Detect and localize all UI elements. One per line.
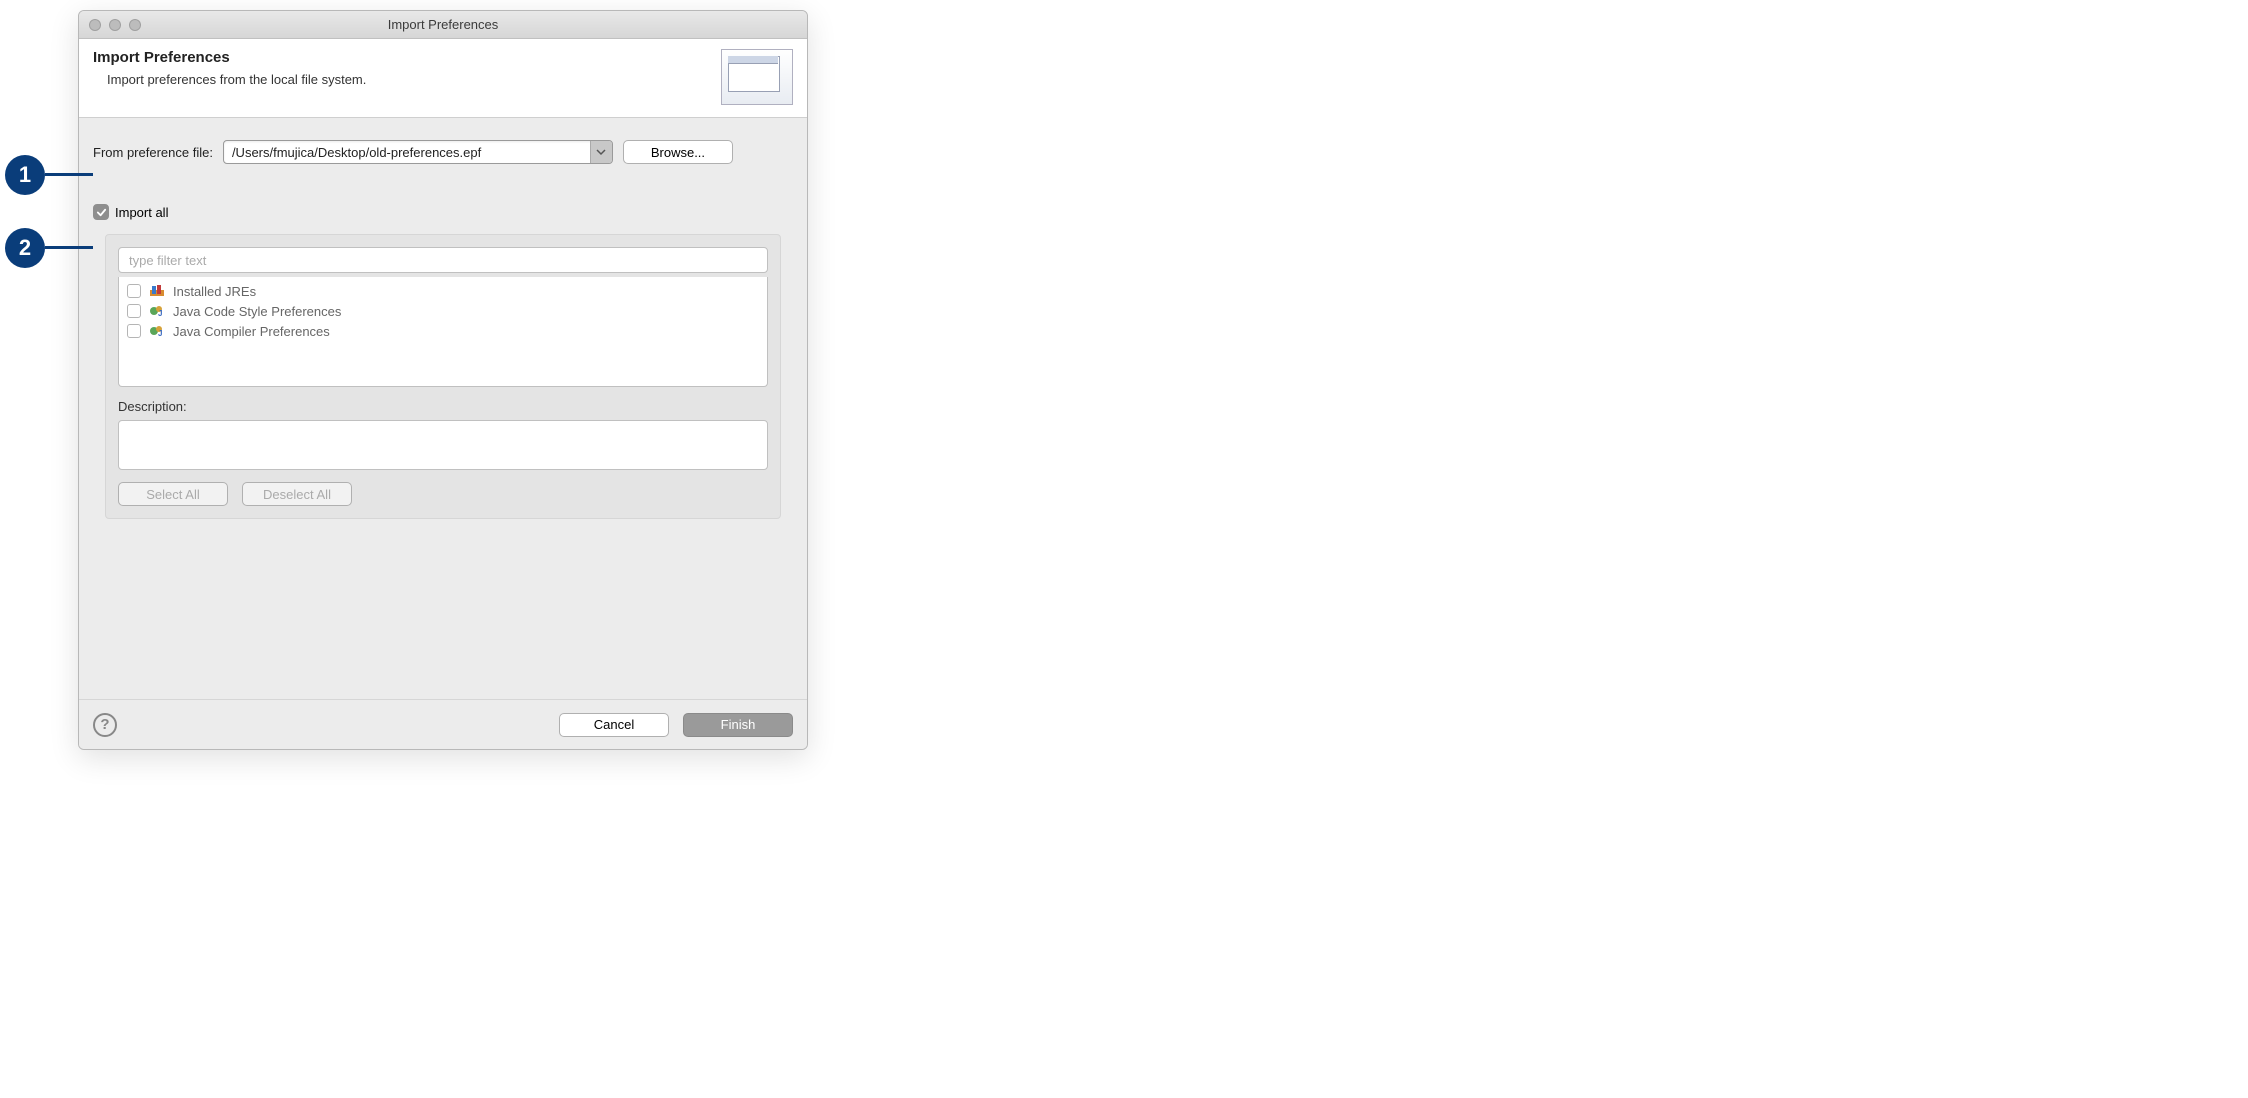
- list-item[interactable]: Installed JREs: [119, 281, 767, 301]
- svg-text:J: J: [158, 329, 162, 338]
- file-row: From preference file: /Users/fmujica/Des…: [93, 140, 793, 164]
- minimize-icon[interactable]: [109, 19, 121, 31]
- preference-file-value: /Users/fmujica/Desktop/old-preferences.e…: [224, 145, 590, 160]
- item-checkbox[interactable]: [127, 284, 141, 298]
- item-label: Java Code Style Preferences: [173, 304, 341, 319]
- annotation-badge-1: 1: [5, 155, 45, 195]
- annotation-badge-2: 2: [5, 228, 45, 268]
- traffic-lights: [89, 19, 141, 31]
- annotation-line-2: [45, 246, 93, 249]
- list-item[interactable]: J Java Compiler Preferences: [119, 321, 767, 341]
- deselect-all-button[interactable]: Deselect All: [242, 482, 352, 506]
- jre-icon: [149, 283, 165, 299]
- dialog-footer: ? Cancel Finish: [79, 699, 807, 749]
- file-label: From preference file:: [93, 145, 213, 160]
- preferences-group: Installed JREs J Java Code Style Prefere…: [105, 234, 781, 519]
- close-icon[interactable]: [89, 19, 101, 31]
- description-label: Description:: [118, 399, 768, 414]
- zoom-icon[interactable]: [129, 19, 141, 31]
- item-label: Installed JREs: [173, 284, 256, 299]
- cancel-button[interactable]: Cancel: [559, 713, 669, 737]
- window-title: Import Preferences: [79, 17, 807, 32]
- item-checkbox[interactable]: [127, 324, 141, 338]
- dialog-body: From preference file: /Users/fmujica/Des…: [79, 118, 807, 699]
- list-item[interactable]: J Java Code Style Preferences: [119, 301, 767, 321]
- java-pref-icon: J: [149, 303, 165, 319]
- help-icon[interactable]: ?: [93, 713, 117, 737]
- description-box: [118, 420, 768, 470]
- select-all-button[interactable]: Select All: [118, 482, 228, 506]
- item-checkbox[interactable]: [127, 304, 141, 318]
- finish-button[interactable]: Finish: [683, 713, 793, 737]
- java-pref-icon: J: [149, 323, 165, 339]
- annotation-line-1: [45, 173, 93, 176]
- page-subtitle: Import preferences from the local file s…: [107, 72, 366, 87]
- item-label: Java Compiler Preferences: [173, 324, 330, 339]
- header-panel: Import Preferences Import preferences fr…: [79, 39, 807, 118]
- import-preferences-dialog: Import Preferences Import Preferences Im…: [78, 10, 808, 750]
- filter-input[interactable]: [118, 247, 768, 273]
- preferences-file-icon: [721, 49, 793, 105]
- preferences-list: Installed JREs J Java Code Style Prefere…: [118, 277, 768, 387]
- preference-file-combo[interactable]: /Users/fmujica/Desktop/old-preferences.e…: [223, 140, 613, 164]
- page-title: Import Preferences: [93, 49, 366, 66]
- svg-text:J: J: [158, 309, 162, 318]
- chevron-down-icon[interactable]: [590, 141, 612, 163]
- import-all-label: Import all: [115, 205, 168, 220]
- browse-button[interactable]: Browse...: [623, 140, 733, 164]
- titlebar: Import Preferences: [79, 11, 807, 39]
- import-all-checkbox[interactable]: [93, 204, 109, 220]
- import-all-row: Import all: [93, 204, 793, 220]
